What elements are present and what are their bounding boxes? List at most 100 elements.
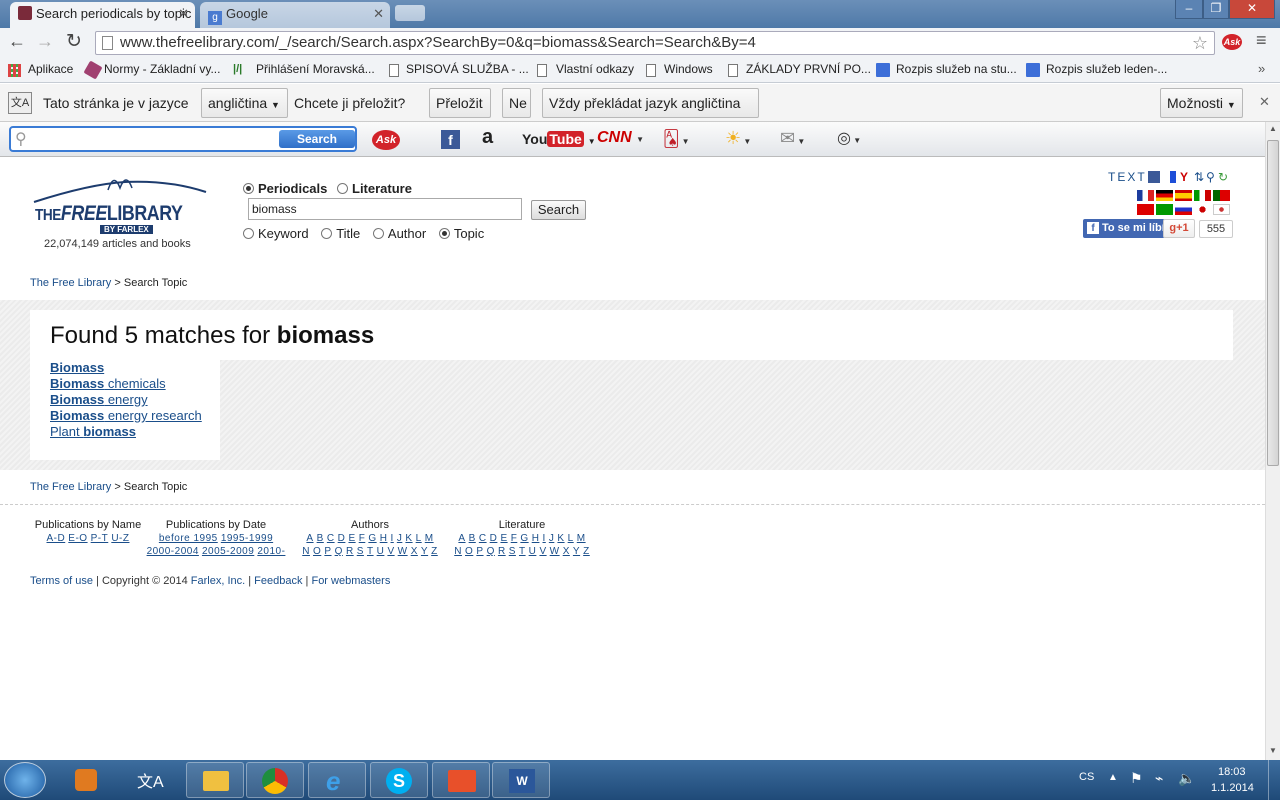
alpha-link[interactable]: Y <box>573 546 580 557</box>
alpha-link[interactable]: C <box>327 533 335 544</box>
bookmark-item[interactable]: Aplikace <box>28 62 73 76</box>
by-topic[interactable]: Topic <box>438 226 484 241</box>
alpha-link[interactable]: P <box>476 546 483 557</box>
tab-search-periodicals[interactable]: Search periodicals by topic ✕ <box>10 2 195 28</box>
alpha-link[interactable]: Z <box>431 546 438 557</box>
alpha-link[interactable]: B <box>469 533 476 544</box>
digg-icon[interactable]: ⇅ <box>1194 170 1204 184</box>
alpha-link[interactable]: U <box>377 546 385 557</box>
scrollbar[interactable]: ▲ ▼ <box>1265 122 1280 760</box>
flag-notification-icon[interactable]: ⚑ <box>1130 770 1143 787</box>
alpha-link[interactable]: W <box>398 546 408 557</box>
bookmark-item[interactable]: Normy - Základní vy... <box>104 62 220 76</box>
bookmark-item[interactable]: Vlastní odkazy <box>556 62 634 76</box>
feedback-link[interactable]: Feedback <box>254 575 302 587</box>
reload-icon[interactable]: ↻ <box>66 30 82 53</box>
alpha-link[interactable]: R <box>498 546 506 557</box>
alpha-link[interactable]: J <box>397 533 403 544</box>
alpha-link[interactable]: H <box>532 533 540 544</box>
ask-logo-icon[interactable]: Ask <box>372 130 400 150</box>
no-button[interactable]: Ne <box>502 88 531 118</box>
scroll-thumb[interactable] <box>1267 140 1279 466</box>
site-logo[interactable]: THEFREELIBRARY BY FARLEX 22,074,149 arti… <box>30 172 210 252</box>
bookmark-star-icon[interactable]: ☆ <box>1192 32 1208 54</box>
alpha-link[interactable]: V <box>387 546 394 557</box>
close-icon[interactable]: ✕ <box>373 2 384 26</box>
alpha-link[interactable]: M <box>577 533 586 544</box>
flag-cn-icon[interactable] <box>1137 204 1154 215</box>
maximize-button[interactable]: ❐ <box>1203 0 1229 19</box>
alpha-link[interactable]: K <box>557 533 564 544</box>
explorer-taskbar-button[interactable] <box>186 762 244 798</box>
alpha-link[interactable]: T <box>367 546 374 557</box>
close-icon[interactable]: ✕ <box>1259 94 1270 110</box>
alpha-link[interactable]: F <box>359 533 366 544</box>
alpha-link[interactable]: Q <box>335 546 343 557</box>
ask-search-button[interactable]: Search <box>279 130 355 148</box>
minimize-button[interactable]: – <box>1175 0 1203 19</box>
result-link[interactable]: Biomass <box>50 360 220 376</box>
scroll-up-icon[interactable]: ▲ <box>1269 124 1277 133</box>
yahoo-icon[interactable]: Y <box>1180 170 1188 184</box>
options-button[interactable]: Možnosti ▼ <box>1160 88 1243 118</box>
footer-link[interactable]: A-D <box>47 533 66 544</box>
flag-pt-icon[interactable] <box>1213 190 1230 201</box>
cnn-icon[interactable]: CNN ▼ <box>597 129 644 147</box>
alpha-link[interactable]: I <box>543 533 546 544</box>
alpha-link[interactable]: X <box>563 546 570 557</box>
alpha-link[interactable]: E <box>500 533 507 544</box>
facebook-icon[interactable]: f <box>441 130 460 149</box>
ask-search-input[interactable]: ⚲ Search <box>9 126 357 152</box>
footer-link[interactable]: P-T <box>91 533 109 544</box>
alpha-link[interactable]: L <box>416 533 422 544</box>
by-author[interactable]: Author <box>372 226 426 241</box>
tab-google[interactable]: g Google ✕ <box>200 2 390 28</box>
delicious-icon[interactable] <box>1164 171 1176 183</box>
breadcrumb-home-link[interactable]: The Free Library <box>30 481 111 493</box>
clock-time[interactable]: 18:03 <box>1218 766 1246 778</box>
footer-link[interactable]: E-O <box>68 533 87 544</box>
forward-icon[interactable]: → <box>36 31 54 52</box>
flag-br-icon[interactable] <box>1156 204 1173 215</box>
text-size-link[interactable]: TEXT <box>1108 170 1147 184</box>
ask-extension-icon[interactable]: Ask <box>1222 34 1242 50</box>
alpha-link[interactable]: K <box>405 533 412 544</box>
alpha-link[interactable]: E <box>348 533 355 544</box>
alpha-link[interactable]: T <box>519 546 526 557</box>
apps-icon[interactable] <box>8 64 21 77</box>
gplus-button[interactable]: g+1 <box>1163 219 1195 238</box>
language-bar-icon[interactable]: 文A <box>137 768 164 792</box>
refresh-green-icon[interactable]: ↻ <box>1218 170 1228 184</box>
alpha-link[interactable]: B <box>317 533 324 544</box>
alpha-link[interactable]: X <box>411 546 418 557</box>
bookmark-item[interactable]: SPISOVÁ SLUŽBA - ... <box>406 62 529 76</box>
close-window-button[interactable]: ✕ <box>1229 0 1275 19</box>
new-tab-button[interactable] <box>395 5 425 21</box>
search-input[interactable]: biomass <box>248 198 522 220</box>
clock-date[interactable]: 1.1.2014 <box>1211 782 1254 794</box>
alpha-link[interactable]: N <box>302 546 310 557</box>
ocr-taskbar-button[interactable] <box>432 762 490 798</box>
alpha-link[interactable]: O <box>313 546 321 557</box>
show-desktop-button[interactable] <box>1268 760 1280 800</box>
footer-link[interactable]: 2005-2009 <box>202 546 254 557</box>
always-translate-button[interactable]: Vždy překládat jazyk angličtina <box>542 88 759 118</box>
footer-link[interactable]: before 1995 <box>159 533 218 544</box>
alpha-link[interactable]: S <box>357 546 364 557</box>
search-button[interactable]: Search <box>531 200 586 220</box>
footer-link[interactable]: 1995-1999 <box>221 533 273 544</box>
facebook-share-icon[interactable] <box>1148 171 1160 183</box>
language-select[interactable]: angličtina ▼ <box>201 88 288 118</box>
alpha-link[interactable]: F <box>511 533 518 544</box>
menu-icon[interactable]: ≡ <box>1256 30 1267 51</box>
bookmark-item[interactable]: Windows <box>664 62 713 76</box>
ie-taskbar-button[interactable]: e <box>308 762 366 798</box>
alpha-link[interactable]: O <box>465 546 473 557</box>
alpha-link[interactable]: S <box>509 546 516 557</box>
flag-es-icon[interactable] <box>1175 190 1192 201</box>
alpha-link[interactable]: G <box>368 533 376 544</box>
farlex-link[interactable]: Farlex, Inc. <box>191 575 245 587</box>
flag-jp-icon[interactable] <box>1194 204 1211 215</box>
bookmark-item[interactable]: Rozpis služeb leden-... <box>1046 62 1167 76</box>
show-hidden-icons[interactable]: ▲ <box>1108 772 1118 783</box>
